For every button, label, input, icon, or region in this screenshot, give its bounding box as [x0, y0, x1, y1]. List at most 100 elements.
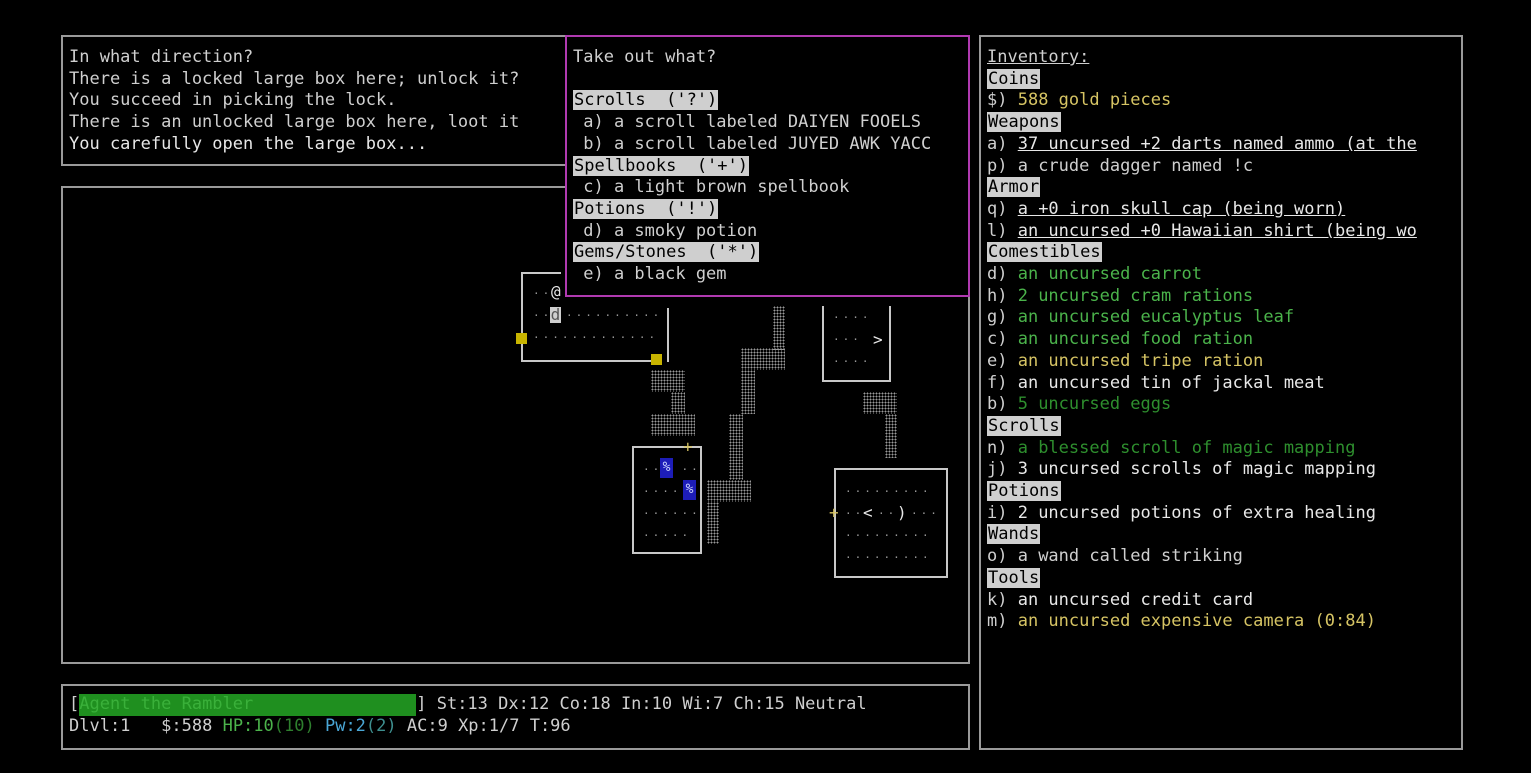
inventory-item-label: an uncursed food ration	[1017, 329, 1254, 350]
inventory-category-header: Wands	[987, 524, 1041, 546]
corridor	[707, 502, 719, 544]
stairs-up: <	[863, 503, 873, 522]
menu-item[interactable]: b) a scroll labeled JUYED AWK YACC	[573, 134, 931, 156]
inventory-item-letter: d)	[987, 264, 1018, 284]
inventory-item[interactable]: j) 3 uncursed scrolls of magic mapping	[987, 459, 1376, 481]
inventory-item-label: 5 uncursed eggs	[1017, 394, 1172, 415]
room-floor: ·········	[845, 485, 932, 498]
room-floor: ··	[533, 287, 553, 300]
inventory-item[interactable]: i) 2 uncursed potions of extra healing	[987, 503, 1376, 525]
room-wall	[521, 272, 561, 274]
food-item: %	[683, 480, 696, 500]
message-line: You succeed in picking the lock.	[69, 90, 397, 111]
room-floor: ·····	[643, 529, 692, 542]
inventory-item-letter: $)	[987, 90, 1018, 111]
inventory-item[interactable]: m) an uncursed expensive camera (0:84)	[987, 611, 1376, 633]
message-line: You carefully open the large box...	[69, 133, 428, 154]
inventory-item-label: 37 uncursed +2 darts named ammo (at the	[1017, 133, 1417, 154]
room-wall	[822, 306, 824, 382]
inventory-item-label: an uncursed credit card	[1017, 589, 1254, 610]
inventory-item[interactable]: o) a wand called striking	[987, 546, 1243, 568]
menu-item[interactable]: c) a light brown spellbook	[573, 177, 849, 199]
character-name: Agent the Rambler	[79, 694, 417, 716]
menu-item[interactable]: a) a scroll labeled DAIYEN FOOELS	[573, 112, 921, 134]
inventory-category-header: Armor	[987, 177, 1041, 199]
gold: $:588	[161, 716, 213, 736]
corridor	[773, 306, 785, 350]
inventory-item[interactable]: $) 588 gold pieces	[987, 90, 1171, 112]
corridor	[741, 370, 755, 414]
corridor	[863, 392, 897, 414]
inventory-item[interactable]: a) 37 uncursed +2 darts named ammo (at t…	[987, 134, 1417, 156]
inventory-item[interactable]: b) 5 uncursed eggs	[987, 394, 1171, 416]
message-line: There is a locked large box here; unlock…	[69, 68, 520, 89]
door	[516, 333, 527, 344]
menu-item[interactable]: e) a black gem	[573, 264, 726, 286]
inventory-item-label: an uncursed tin of jackal meat	[1017, 372, 1325, 393]
menu-section-header: Scrolls ('?')	[573, 90, 719, 111]
inventory-item-label: a crude dagger named !c	[1017, 155, 1254, 176]
stairs-down: >	[873, 330, 883, 349]
menu-section-header: Gems/Stones ('*')	[573, 242, 760, 263]
inventory-item-label: an uncursed tripe ration	[1017, 350, 1264, 371]
door	[651, 354, 662, 365]
pet: d	[550, 305, 561, 324]
menu-item[interactable]: d) a smoky potion	[573, 221, 757, 243]
inventory-category-label: Comestibles	[987, 242, 1102, 263]
corridor	[741, 348, 785, 370]
door-open: +	[829, 503, 839, 522]
room-wall	[521, 360, 651, 362]
inventory-item-label: 588 gold pieces	[1017, 90, 1172, 111]
room-wall	[632, 552, 702, 554]
inventory-item-label: 2 uncursed cram rations	[1017, 285, 1254, 306]
corridor	[729, 414, 743, 480]
inventory-item-label: a +0 iron skull cap (being worn)	[1017, 198, 1346, 219]
inventory-item[interactable]: h) 2 uncursed cram rations	[987, 286, 1253, 308]
status-panel: [Agent the Rambler] St:13 Dx:12 Co:18 In…	[61, 684, 970, 750]
inventory-category-header: Coins	[987, 68, 1041, 91]
room-floor: ·········	[845, 551, 932, 564]
inventory-item[interactable]: q) a +0 iron skull cap (being worn)	[987, 199, 1345, 221]
room-floor: ····	[833, 311, 872, 324]
inventory-category-label: Potions	[987, 481, 1061, 501]
inventory-item[interactable]: f) an uncursed tin of jackal meat	[987, 373, 1325, 395]
room-floor: ······	[643, 507, 701, 520]
take-out-menu[interactable]: Take out what? Scrolls ('?') a) a scroll…	[565, 35, 970, 297]
inventory-item[interactable]: e) an uncursed tripe ration	[987, 351, 1263, 373]
inventory-item-letter: f)	[987, 372, 1018, 393]
inventory-item-letter: o)	[987, 546, 1018, 567]
inventory-item-label: 2 uncursed potions of extra healing	[1017, 502, 1376, 523]
food-item: %	[660, 458, 673, 478]
inventory-item-letter: g)	[987, 307, 1018, 328]
room-floor: ···	[911, 507, 940, 520]
message-panel: In what direction? There is a locked lar…	[61, 35, 571, 166]
room-wall	[667, 308, 669, 362]
inventory-category-label: Scrolls	[987, 415, 1061, 436]
corridor	[651, 370, 685, 392]
power-max: (2)	[365, 716, 397, 736]
inventory-item-letter: a)	[987, 133, 1018, 154]
room-floor: ··	[845, 507, 865, 520]
inventory-item[interactable]: g) an uncursed eucalyptus leaf	[987, 307, 1294, 329]
power: Pw:2	[324, 716, 366, 736]
hp-max: (10)	[273, 716, 315, 736]
room-wall	[822, 380, 891, 382]
inventory-item-letter: i)	[987, 502, 1018, 523]
inventory-category-header: Tools	[987, 567, 1041, 590]
inventory-category-header: Comestibles	[987, 242, 1102, 264]
inventory-item[interactable]: l) an uncursed +0 Hawaiian shirt (being …	[987, 221, 1417, 243]
corridor	[707, 480, 751, 502]
inventory-item[interactable]: p) a crude dagger named !c	[987, 156, 1253, 178]
room-wall	[834, 576, 948, 578]
inventory-item[interactable]: k) an uncursed credit card	[987, 590, 1253, 612]
menu-section-header: Spellbooks ('+')	[573, 155, 749, 176]
inventory-item-letter: c)	[987, 329, 1018, 350]
room-wall	[521, 272, 523, 362]
inventory-item[interactable]: d) an uncursed carrot	[987, 264, 1202, 286]
room-wall	[834, 468, 948, 470]
inventory-item[interactable]: n) a blessed scroll of magic mapping	[987, 438, 1355, 460]
inventory-item[interactable]: c) an uncursed food ration	[987, 329, 1253, 351]
room-wall	[946, 468, 948, 578]
room-floor: ··········	[566, 309, 663, 322]
room-floor: ··	[878, 507, 898, 520]
